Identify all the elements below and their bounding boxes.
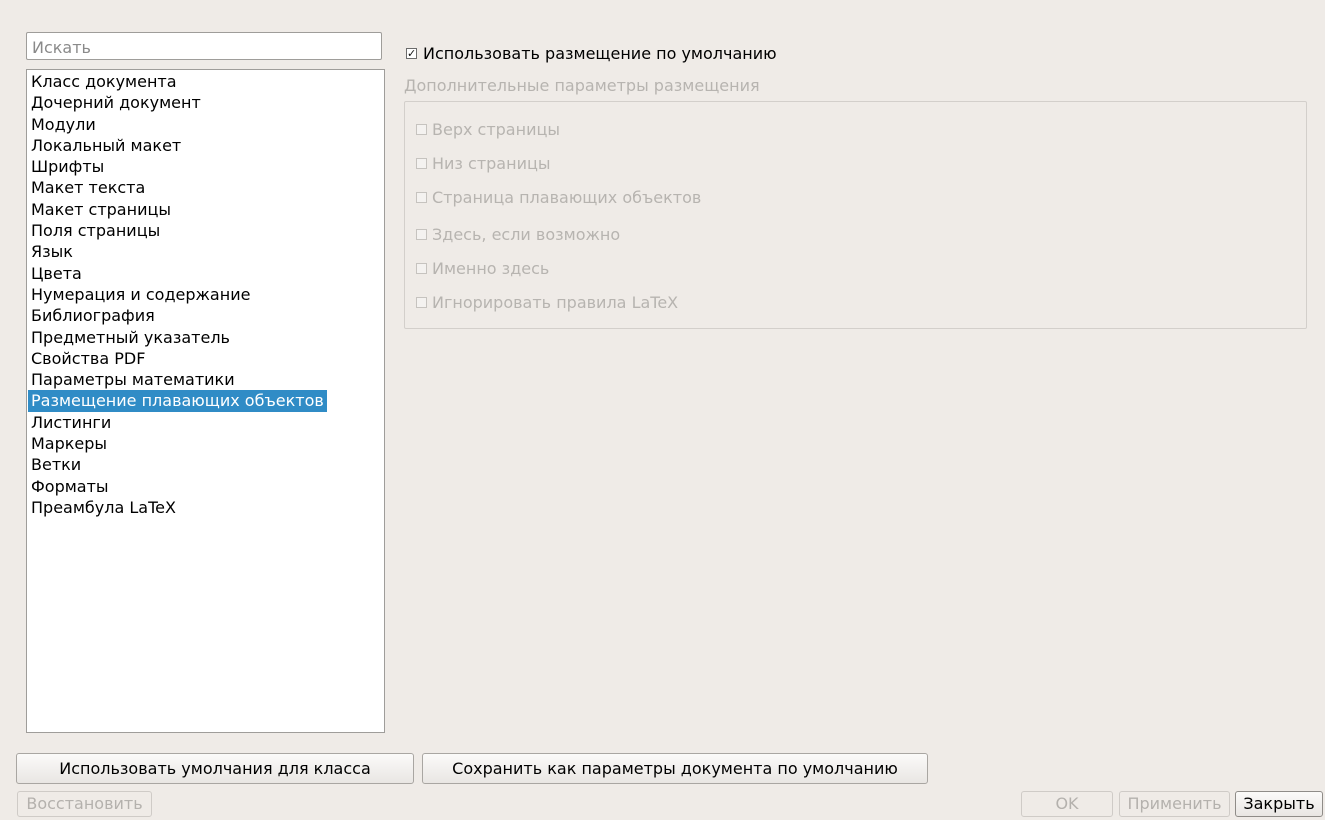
close-button[interactable]: Закрыть <box>1235 791 1323 817</box>
ignore-latex-rules-label: Игнорировать правила LaTeX <box>432 293 679 312</box>
ok-button[interactable]: OK <box>1021 791 1113 817</box>
list-item-formats[interactable]: Форматы <box>28 476 112 497</box>
list-item-text-layout[interactable]: Макет текста <box>28 177 148 198</box>
list-item-latex-preamble[interactable]: Преамбула LaTeX <box>28 497 179 518</box>
list-item-index[interactable]: Предметный указатель <box>28 327 233 348</box>
use-default-placement-checkbox[interactable]: Использовать размещение по умолчанию <box>406 44 777 63</box>
here-definitely-label: Именно здесь <box>432 259 550 278</box>
bottom-of-page-checkbox[interactable]: Низ страницы <box>416 154 550 173</box>
checkbox-unchecked-icon[interactable] <box>416 158 427 169</box>
checkbox-unchecked-icon[interactable] <box>416 263 427 274</box>
here-if-possible-checkbox[interactable]: Здесь, если возможно <box>416 225 620 244</box>
list-item-branches[interactable]: Ветки <box>28 454 84 475</box>
list-item-fonts[interactable]: Шрифты <box>28 156 107 177</box>
list-item-child-document[interactable]: Дочерний документ <box>28 92 204 113</box>
use-default-placement-label: Использовать размещение по умолчанию <box>423 44 777 63</box>
list-item-pdf-properties[interactable]: Свойства PDF <box>28 348 148 369</box>
ignore-latex-rules-checkbox[interactable]: Игнорировать правила LaTeX <box>416 293 678 312</box>
checkbox-unchecked-icon[interactable] <box>416 192 427 203</box>
search-input[interactable] <box>26 32 382 60</box>
top-of-page-label: Верх страницы <box>432 120 560 139</box>
float-page-checkbox[interactable]: Страница плавающих объектов <box>416 188 701 207</box>
advanced-placement-title: Дополнительные параметры размещения <box>404 76 760 95</box>
apply-button[interactable]: Применить <box>1119 791 1230 817</box>
list-item-float-placement[interactable]: Размещение плавающих объектов <box>28 390 327 412</box>
here-definitely-checkbox[interactable]: Именно здесь <box>416 259 549 278</box>
list-item-language[interactable]: Язык <box>28 241 76 262</box>
restore-button[interactable]: Восстановить <box>17 791 152 817</box>
bottom-of-page-label: Низ страницы <box>432 154 551 173</box>
here-if-possible-label: Здесь, если возможно <box>432 225 621 244</box>
list-item-modules[interactable]: Модули <box>28 114 99 135</box>
float-page-label: Страница плавающих объектов <box>432 188 702 207</box>
list-item-page-layout[interactable]: Макет страницы <box>28 199 174 220</box>
list-item-numbering-toc[interactable]: Нумерация и содержание <box>28 284 253 305</box>
save-as-document-defaults-button[interactable]: Сохранить как параметры документа по умо… <box>422 753 928 784</box>
list-item-colors[interactable]: Цвета <box>28 263 85 284</box>
list-item-bullets[interactable]: Маркеры <box>28 433 110 454</box>
list-item-listings[interactable]: Листинги <box>28 412 114 433</box>
list-item-page-margins[interactable]: Поля страницы <box>28 220 163 241</box>
checkbox-unchecked-icon[interactable] <box>416 297 427 308</box>
top-of-page-checkbox[interactable]: Верх страницы <box>416 120 560 139</box>
checkbox-unchecked-icon[interactable] <box>416 229 427 240</box>
checkbox-unchecked-icon[interactable] <box>416 124 427 135</box>
settings-category-list[interactable]: Класс документа Дочерний документ Модули… <box>26 69 385 733</box>
list-item-math-options[interactable]: Параметры математики <box>28 369 238 390</box>
list-item-bibliography[interactable]: Библиография <box>28 305 158 326</box>
use-class-defaults-button[interactable]: Использовать умолчания для класса <box>16 753 414 784</box>
list-item-document-class[interactable]: Класс документа <box>28 71 180 92</box>
checkbox-checked-icon[interactable] <box>406 48 417 59</box>
list-item-local-layout[interactable]: Локальный макет <box>28 135 184 156</box>
